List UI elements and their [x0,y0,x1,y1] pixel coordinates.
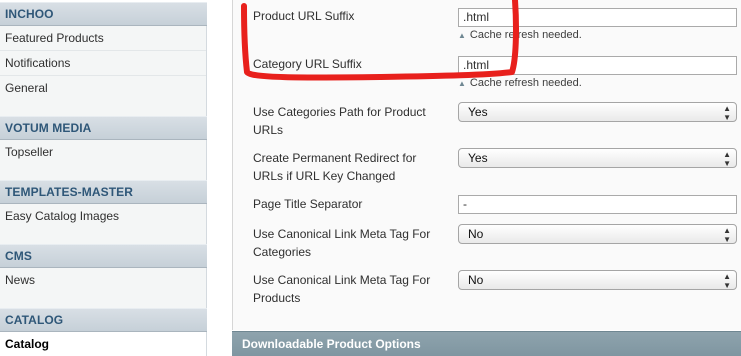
sidebar-item-general[interactable]: General [0,76,206,101]
triangle-up-icon: ▲ [458,79,466,88]
canonical-categories-label-line1: Use Canonical Link Meta Tag For [253,227,431,241]
sidebar-item-notifications[interactable]: Notifications [0,51,206,76]
use-categories-path-label-line1: Use Categories Path for Product [253,105,426,119]
sidebar-group-cms: News [0,268,207,308]
category-url-suffix-input[interactable]: .html [458,56,737,75]
sidebar-item-topseller[interactable]: Topseller [0,140,206,165]
permanent-redirect-label-line2: URLs if URL Key Changed [253,169,396,183]
product-url-suffix-label: Product URL Suffix [253,9,355,23]
product-url-suffix-input[interactable]: .html [458,8,737,27]
canonical-categories-select[interactable]: No ▲ ▼ [458,224,737,244]
updown-arrows-icon: ▲ ▼ [723,226,731,244]
permanent-redirect-value: Yes [468,151,488,165]
category-url-suffix-hint: ▲ Cache refresh needed. [458,76,582,91]
product-url-suffix-hint: ▲ Cache refresh needed. [458,28,582,43]
sidebar-item-catalog[interactable]: Catalog [0,332,206,356]
sidebar-section-templates-master: TEMPLATES-MASTER [0,180,207,204]
sidebar-item-easy-catalog-images[interactable]: Easy Catalog Images [0,204,206,229]
sidebar-group-templates-master: Easy Catalog Images [0,204,207,244]
category-url-suffix-label: Category URL Suffix [253,57,362,71]
permanent-redirect-label-line1: Create Permanent Redirect for [253,151,417,165]
canonical-categories-value: No [468,227,484,241]
permanent-redirect-label: Create Permanent Redirect for URLs if UR… [253,149,416,185]
sidebar-group-inchoo: Featured Products Notifications General [0,26,207,116]
use-categories-path-value: Yes [468,105,488,119]
sidebar-group-votum-media: Topseller [0,140,207,180]
sidebar-section-catalog: CATALOG [0,308,207,332]
use-categories-path-label: Use Categories Path for Product URLs [253,103,426,139]
canonical-products-select[interactable]: No ▲ ▼ [458,270,737,290]
sidebar-section-cms: CMS [0,244,207,268]
sidebar-item-news[interactable]: News [0,268,206,293]
permanent-redirect-select[interactable]: Yes ▲ ▼ [458,148,737,168]
canonical-products-value: No [468,273,484,287]
canonical-categories-label: Use Canonical Link Meta Tag For Categori… [253,225,430,261]
updown-arrows-icon: ▲ ▼ [723,104,731,122]
canonical-products-label-line2: Products [253,291,301,305]
updown-arrows-icon: ▲ ▼ [723,272,731,290]
product-url-suffix-hint-text: Cache refresh needed. [469,29,582,41]
use-categories-path-label-line2: URLs [253,123,284,137]
downloadable-product-options-header[interactable]: Downloadable Product Options [232,331,741,356]
page-title-separator-input[interactable]: - [458,195,737,214]
sidebar: INCHOO Featured Products Notifications G… [0,0,207,356]
canonical-categories-label-line2: Categories [253,245,312,259]
category-url-suffix-hint-text: Cache refresh needed. [469,77,582,89]
updown-arrows-icon: ▲ ▼ [723,150,731,168]
use-categories-path-select[interactable]: Yes ▲ ▼ [458,102,737,122]
sidebar-section-votum-media: VOTUM MEDIA [0,116,207,140]
page-title-separator-label: Page Title Separator [253,197,363,211]
triangle-up-icon: ▲ [458,31,466,40]
sidebar-section-inchoo: INCHOO [0,2,207,26]
canonical-products-label-line1: Use Canonical Link Meta Tag For [253,273,431,287]
sidebar-item-featured-products[interactable]: Featured Products [0,26,206,51]
sidebar-group-catalog: Catalog [0,332,207,356]
canonical-products-label: Use Canonical Link Meta Tag For Products [253,271,430,307]
